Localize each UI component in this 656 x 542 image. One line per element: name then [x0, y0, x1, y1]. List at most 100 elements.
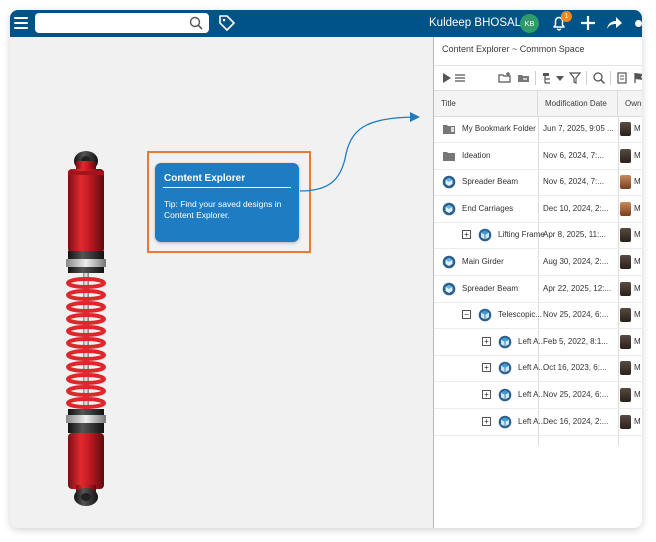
- row-title[interactable]: End Carriages: [462, 204, 513, 213]
- row-owner: M: [634, 124, 641, 133]
- panel-title: Content Explorer ~ Common Space: [442, 44, 585, 54]
- tip-title: Content Explorer: [164, 173, 246, 184]
- top-bar: Kuldeep BHOSALE KB 1: [10, 10, 642, 37]
- table-row[interactable]: + Left A... Oct 16, 2023, 6:... M: [434, 355, 642, 383]
- row-owner: M: [634, 177, 641, 187]
- row-owner: M: [634, 310, 641, 320]
- move-folder-icon[interactable]: [517, 71, 531, 85]
- owner-avatar: [620, 255, 631, 269]
- flag-icon[interactable]: [632, 71, 642, 85]
- bookmark-folder-icon: [443, 125, 455, 134]
- tip-divider: [163, 187, 291, 188]
- owner-avatar: [620, 414, 631, 429]
- table-row[interactable]: End Carriages Dec 10, 2024, 2:... M: [434, 196, 642, 223]
- column-title[interactable]: Title: [434, 91, 538, 116]
- tip-card[interactable]: Content Explorer Tip: Find your saved de…: [155, 163, 299, 242]
- row-modification-date: Nov 25, 2024, 6:...: [543, 310, 609, 320]
- owner-avatar: [620, 228, 631, 243]
- expand-icon[interactable]: +: [462, 230, 471, 240]
- owner-avatar: [620, 388, 631, 402]
- row-title[interactable]: My Bookmark Folder: [462, 124, 536, 133]
- expand-icon[interactable]: +: [482, 416, 491, 426]
- search-icon[interactable]: [592, 71, 606, 85]
- row-owner: M: [634, 150, 641, 160]
- toolbar-separator: [586, 71, 587, 85]
- user-name[interactable]: Kuldeep BHOSALE: [429, 17, 529, 29]
- row-owner: M: [634, 336, 641, 346]
- table-row[interactable]: My Bookmark Folder Jun 7, 2025, 9:05 ... M: [434, 116, 642, 143]
- table-header: Title Modification Date Owne: [434, 90, 642, 117]
- panel-toolbar: [434, 65, 642, 90]
- table-row[interactable]: Spreader Beam Nov 6, 2024, 7:... M: [434, 169, 642, 197]
- table-row[interactable]: + Left A... Nov 25, 2024, 6:... M: [434, 382, 642, 409]
- row-title[interactable]: Left A...: [518, 390, 545, 399]
- properties-icon[interactable]: [616, 71, 630, 85]
- column-modification-date[interactable]: Modification Date: [538, 91, 618, 116]
- row-title[interactable]: Left A...: [518, 363, 545, 372]
- assembly-icon: [498, 388, 512, 402]
- column-owner[interactable]: Owne: [618, 91, 642, 116]
- share-icon[interactable]: [605, 15, 623, 31]
- new-folder-icon[interactable]: [498, 71, 512, 85]
- table-row[interactable]: + Left A... Dec 16, 2024, 2:... M: [434, 409, 642, 436]
- row-owner: M: [634, 230, 641, 240]
- row-title[interactable]: Left A...: [518, 417, 545, 426]
- part-icon: [442, 255, 456, 269]
- table-row[interactable]: Spreader Beam Apr 22, 2025, 12:... M: [434, 276, 642, 303]
- row-modification-date: Apr 8, 2025, 11:...: [543, 230, 607, 240]
- expand-icon[interactable]: +: [482, 363, 491, 373]
- notification-badge: 1: [561, 11, 572, 22]
- filter-icon[interactable]: [568, 71, 582, 85]
- row-owner: M: [634, 283, 641, 293]
- owner-avatar: [620, 148, 631, 163]
- row-modification-date: Dec 10, 2024, 2:...: [543, 203, 609, 213]
- expand-icon[interactable]: +: [482, 336, 491, 346]
- assembly-icon: [478, 229, 492, 242]
- collapse-icon[interactable]: −: [462, 310, 471, 320]
- row-modification-date: Aug 30, 2024, 2:...: [543, 257, 609, 266]
- row-title[interactable]: Spreader Beam: [462, 177, 518, 186]
- shock-absorber-model[interactable]: [46, 147, 126, 507]
- plus-icon[interactable]: [579, 14, 597, 32]
- owner-avatar: [620, 201, 631, 216]
- assembly-icon: [478, 308, 492, 322]
- search-icon[interactable]: [189, 16, 203, 30]
- row-title[interactable]: Lifting Frame: [498, 230, 545, 239]
- part-icon: [442, 175, 456, 189]
- row-modification-date: Oct 16, 2023, 6:...: [543, 363, 607, 373]
- assembly-icon: [498, 335, 512, 349]
- row-title[interactable]: Ideation: [462, 151, 490, 160]
- assembly-icon: [498, 362, 512, 375]
- avatar[interactable]: KB: [520, 14, 539, 33]
- owner-avatar: [620, 334, 631, 349]
- list-icon[interactable]: [453, 71, 467, 85]
- row-modification-date: Apr 22, 2025, 12:...: [543, 283, 612, 293]
- row-title[interactable]: Main Girder: [462, 257, 504, 266]
- row-title[interactable]: Spreader Beam: [462, 284, 518, 293]
- table-row[interactable]: Ideation Nov 6, 2024, 7:... M: [434, 143, 642, 170]
- row-modification-date: Feb 5, 2022, 8:1...: [543, 336, 608, 346]
- toolbar-separator: [610, 71, 611, 85]
- row-modification-date: Nov 6, 2024, 7:...: [543, 177, 604, 187]
- row-title[interactable]: Telescopic...: [498, 310, 542, 319]
- owner-avatar: [620, 281, 631, 296]
- search-input[interactable]: [35, 13, 209, 33]
- tag-icon[interactable]: [218, 14, 236, 32]
- table-row[interactable]: Main Girder Aug 30, 2024, 2:... M: [434, 249, 642, 276]
- part-icon: [442, 202, 456, 216]
- table-row[interactable]: + Left A... Feb 5, 2022, 8:1... M: [434, 329, 642, 356]
- chevron-down-icon[interactable]: [553, 71, 567, 85]
- owner-avatar: [620, 361, 631, 376]
- row-title[interactable]: Left A...: [518, 337, 545, 346]
- content-explorer-panel: Content Explorer ~ Common Space Title Mo…: [433, 37, 642, 528]
- expand-icon[interactable]: +: [482, 390, 491, 399]
- row-modification-date: Dec 16, 2024, 2:...: [543, 416, 609, 426]
- table-row[interactable]: + Lifting Frame Apr 8, 2025, 11:... M: [434, 222, 642, 250]
- more-icon[interactable]: [635, 20, 642, 27]
- menu-icon[interactable]: [14, 15, 28, 31]
- play-icon[interactable]: [440, 71, 454, 85]
- row-owner: M: [634, 363, 641, 373]
- row-modification-date: Nov 25, 2024, 6:...: [543, 390, 609, 399]
- table-row[interactable]: − Telescopic... Nov 25, 2024, 6:... M: [434, 302, 642, 330]
- model-canvas[interactable]: Content Explorer Tip: Find your saved de…: [10, 37, 433, 528]
